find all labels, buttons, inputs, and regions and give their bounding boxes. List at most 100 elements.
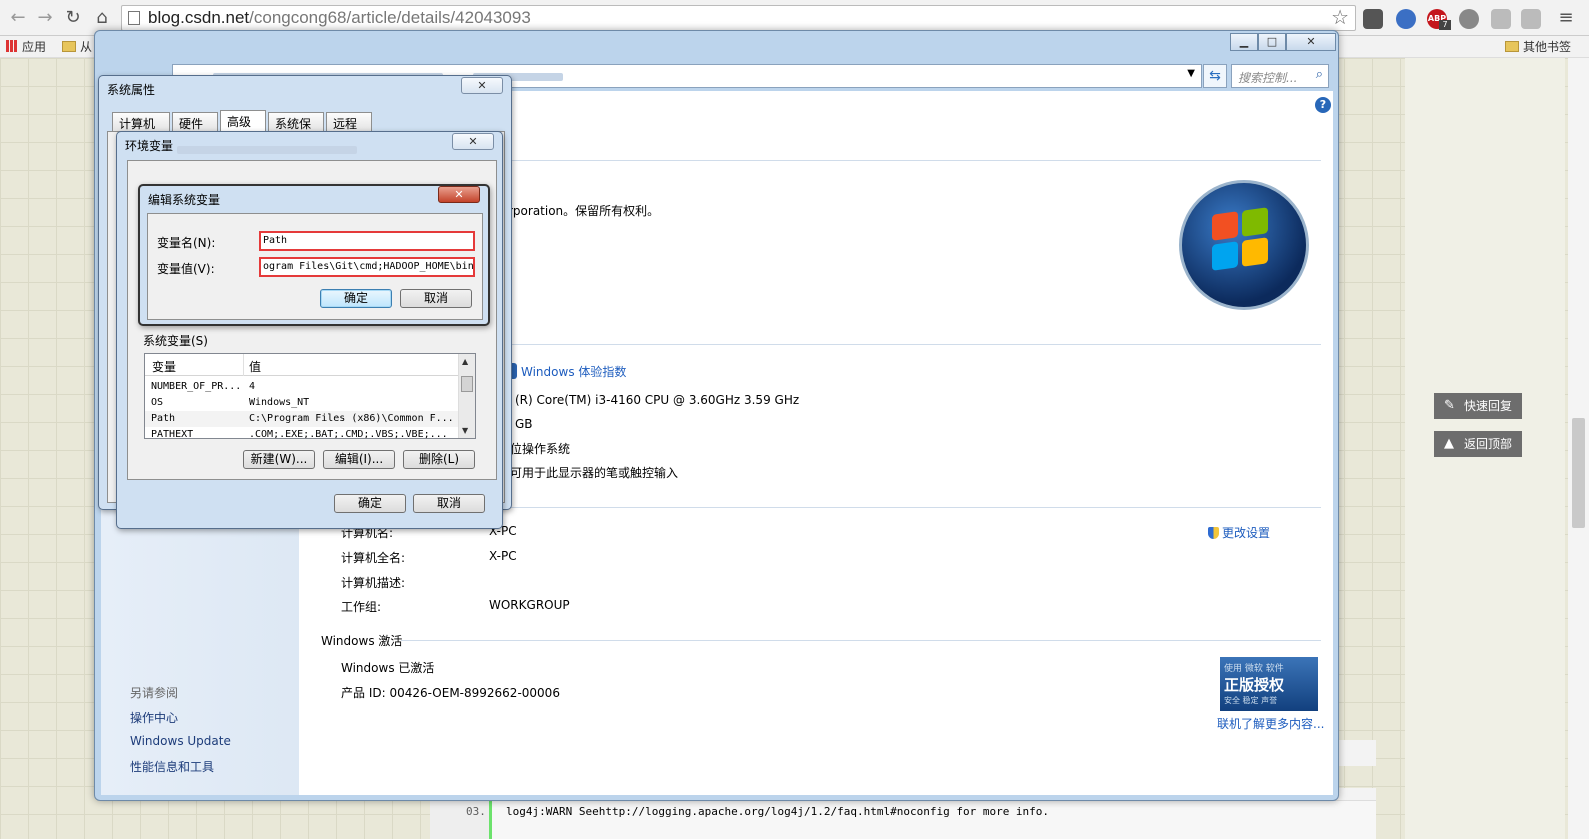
- minimize-button[interactable]: ▁: [1230, 33, 1258, 51]
- link-performance-tools[interactable]: 性能信息和工具: [130, 758, 214, 775]
- activation-status: Windows 已激活: [341, 661, 435, 675]
- folder-icon: [1505, 41, 1519, 52]
- apps-label: 应用: [22, 40, 47, 54]
- change-settings-link[interactable]: 更改设置: [1208, 524, 1270, 541]
- row-value: 4: [249, 381, 256, 392]
- close-button[interactable]: ✕: [452, 133, 494, 150]
- refresh-icon[interactable]: ⇆: [1203, 64, 1227, 88]
- other-bookmarks[interactable]: 其他书签: [1505, 38, 1571, 56]
- close-button[interactable]: ✕: [438, 186, 480, 203]
- windows-logo: [1179, 180, 1309, 310]
- tab-advanced[interactable]: 高级: [220, 110, 266, 132]
- delete-button[interactable]: 删除(L): [403, 450, 475, 469]
- bookmark-star-icon[interactable]: ☆: [1331, 6, 1349, 30]
- scroll-down-icon[interactable]: ▼: [462, 426, 468, 435]
- tab-remote[interactable]: 远程: [326, 112, 372, 132]
- row-value: Windows_NT: [249, 397, 310, 408]
- divider: [401, 640, 1321, 641]
- back-to-top-button[interactable]: ▲ 返回顶部: [1434, 431, 1522, 457]
- scroll-up-icon[interactable]: ▲: [462, 357, 468, 366]
- page-icon: [128, 11, 140, 25]
- genuine-top-text: 使用 微软 软件: [1224, 664, 1284, 674]
- help-icon[interactable]: ?: [1315, 97, 1331, 113]
- tab-computer-name[interactable]: 计算机名: [112, 112, 170, 148]
- change-settings-label: 更改设置: [1222, 526, 1271, 540]
- search-input[interactable]: 搜索控制... ⌕: [1231, 64, 1329, 88]
- scroll-thumb[interactable]: [461, 376, 473, 392]
- row-name: PATHEXT: [151, 429, 194, 439]
- variable-value-input[interactable]: ogram Files\Git\cmd;HADOOP_HOME\bin: [259, 257, 475, 277]
- menu-icon[interactable]: ≡: [1556, 8, 1576, 28]
- system-vars-list[interactable]: 变量 值 NUMBER_OF_PR... 4 OS Windows_NT Path C…: [144, 353, 476, 439]
- quick-reply-label: 快速回复: [1464, 399, 1513, 413]
- quick-reply-button[interactable]: ✎ 快速回复: [1434, 393, 1522, 419]
- variable-name-label: 变量名(N):: [157, 236, 216, 250]
- table-row[interactable]: NUMBER_OF_PR... 4: [145, 379, 463, 395]
- ok-button[interactable]: 确定: [320, 289, 392, 308]
- column-variable[interactable]: 变量: [152, 358, 176, 375]
- scrollbar-thumb[interactable]: [1572, 418, 1585, 528]
- variable-name-input[interactable]: Path: [259, 231, 475, 251]
- logo-pane: [1212, 211, 1238, 241]
- maximize-button[interactable]: □: [1258, 33, 1286, 51]
- extension-globe-icon[interactable]: [1396, 9, 1416, 29]
- back-to-top-label: 返回顶部: [1464, 437, 1513, 451]
- row-name: OS: [151, 397, 164, 408]
- abp-badge: 7: [1439, 20, 1451, 30]
- pencil-icon: ✎: [1444, 398, 1455, 413]
- list-scrollbar[interactable]: ▲ ▼: [458, 354, 475, 438]
- ok-button[interactable]: 确定: [334, 494, 406, 513]
- bookmark-folder[interactable]: 从: [62, 38, 92, 56]
- forward-icon[interactable]: →: [35, 8, 55, 28]
- genuine-badge: 使用 微软 软件 正版授权 安全 稳定 声誉: [1220, 657, 1318, 711]
- apps-grid-icon: [6, 40, 18, 52]
- workgroup-value: WORKGROUP: [489, 598, 570, 612]
- experience-index-link[interactable]: Windows 体验指数: [503, 363, 626, 380]
- line-number: 03.: [430, 801, 492, 839]
- extension-icon[interactable]: [1363, 9, 1383, 29]
- reload-icon[interactable]: ↻: [63, 8, 83, 28]
- link-action-center[interactable]: 操作中心: [130, 709, 178, 726]
- search-placeholder: 搜索控制...: [1238, 71, 1298, 85]
- see-also-heading: 另请参阅: [130, 686, 179, 700]
- close-button[interactable]: ✕: [461, 77, 503, 94]
- extension-bulb-icon[interactable]: [1459, 9, 1479, 29]
- address-bar[interactable]: blog.csdn.net/congcong68/article/details…: [121, 5, 1356, 31]
- dialog-title: 系统属性: [107, 83, 156, 97]
- code-line: log4j:WARN Seehttp://logging.apache.org/…: [506, 805, 1050, 818]
- uac-shield-icon: [1208, 527, 1219, 539]
- full-name-value: X-PC: [489, 549, 517, 563]
- back-icon[interactable]: ←: [8, 8, 28, 28]
- new-button[interactable]: 新建(W)...: [243, 450, 315, 469]
- cancel-button[interactable]: 取消: [400, 289, 472, 308]
- chevron-down-icon[interactable]: ▼: [1187, 68, 1195, 79]
- full-name-label: 计算机全名:: [341, 551, 406, 565]
- up-arrow-icon: ▲: [1444, 436, 1454, 451]
- edit-button[interactable]: 编辑(I)...: [323, 450, 395, 469]
- apps-bookmark[interactable]: 应用: [6, 38, 46, 56]
- row-value: C:\Program Files (x86)\Common F...: [249, 413, 454, 424]
- extension-shield2-icon[interactable]: [1521, 9, 1541, 29]
- table-row[interactable]: Path C:\Program Files (x86)\Common F...: [145, 411, 463, 427]
- link-windows-update[interactable]: Windows Update: [130, 734, 231, 748]
- table-row[interactable]: PATHEXT .COM;.EXE;.BAT;.CMD;.VBS;.VBE;...: [145, 427, 463, 439]
- url-path: /congcong68/article/details/42043093: [249, 8, 531, 27]
- other-bookmarks-label: 其他书签: [1523, 40, 1572, 54]
- folder-icon: [62, 41, 76, 52]
- table-row[interactable]: OS Windows_NT: [145, 395, 463, 411]
- description-label: 计算机描述:: [341, 576, 406, 590]
- cancel-button[interactable]: 取消: [413, 494, 485, 513]
- variable-value-label: 变量值(V):: [157, 262, 215, 276]
- tab-system-protection[interactable]: 系统保护: [268, 112, 324, 148]
- column-value[interactable]: 值: [249, 358, 261, 375]
- extension-shield-icon[interactable]: [1491, 9, 1511, 29]
- system-vars-label: 系统变量(S): [143, 334, 208, 348]
- learn-more-link[interactable]: 联机了解更多内容...: [1217, 715, 1324, 732]
- page-scrollbar[interactable]: [1568, 58, 1589, 839]
- tab-hardware[interactable]: 硬件: [172, 112, 218, 132]
- close-button[interactable]: ✕: [1286, 33, 1336, 51]
- edit-system-variable-dialog: 编辑系统变量 ✕ 变量名(N): Path 变量值(V): ogram File…: [138, 184, 490, 326]
- workgroup-label: 工作组:: [341, 600, 382, 614]
- row-name: NUMBER_OF_PR...: [151, 381, 242, 392]
- home-icon[interactable]: ⌂: [92, 8, 112, 28]
